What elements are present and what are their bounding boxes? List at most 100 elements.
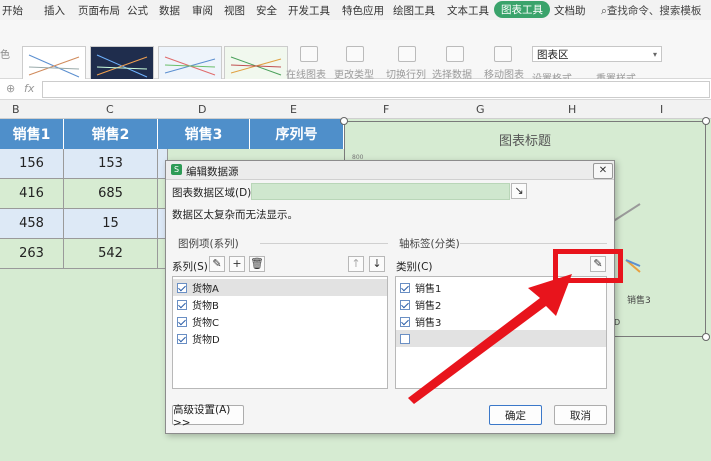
menu-doc-assistant[interactable]: 文档助: [554, 3, 586, 18]
ok-button[interactable]: 确定: [489, 405, 542, 425]
range-picker-icon: ↘: [514, 184, 524, 197]
column-header-i[interactable]: I: [660, 103, 663, 116]
column-header-h[interactable]: H: [568, 103, 576, 116]
menu-view[interactable]: 视图: [224, 3, 245, 18]
series-list[interactable]: 货物A 货物B 货物C 货物D: [172, 276, 388, 389]
arrow-down-icon: ↓: [372, 257, 382, 270]
column-header-f[interactable]: F: [383, 103, 389, 116]
series-group-label: 图例项(系列): [178, 238, 239, 250]
group-divider: [460, 243, 607, 244]
chart-area-dropdown[interactable]: 图表区 ▾: [532, 46, 662, 62]
chart-style-preview-4: [230, 56, 282, 76]
table-cell[interactable]: 542: [64, 239, 158, 269]
series-item-label: 货物D: [192, 335, 220, 346]
color-button-label[interactable]: 色: [0, 46, 10, 61]
menu-developer[interactable]: 开发工具: [288, 3, 330, 18]
menu-insert[interactable]: 插入: [44, 3, 65, 18]
table-cell[interactable]: 458: [0, 209, 64, 239]
menu-bar: 开始 插入 页面布局 公式 数据 审阅 视图 安全 开发工具 特色应用 绘图工具…: [0, 0, 711, 21]
range-picker-button[interactable]: ↘: [511, 183, 527, 199]
chevron-down-icon: ▾: [652, 50, 657, 59]
chart-title[interactable]: 图表标题: [344, 130, 706, 149]
column-header-d[interactable]: D: [198, 103, 206, 116]
table-cell[interactable]: 156: [0, 149, 64, 179]
menu-text-tools[interactable]: 文本工具: [447, 3, 489, 18]
resize-handle[interactable]: [702, 117, 710, 125]
switch-rowcol-icon: [398, 46, 416, 62]
annotation-arrow: [408, 274, 572, 404]
close-icon[interactable]: ✕: [593, 163, 613, 179]
chart-legend-label: 销售3: [627, 296, 651, 306]
header-cell-sales1[interactable]: 销售1: [0, 119, 64, 149]
series-item-label: 货物C: [192, 318, 219, 329]
chart-style-preview-2: [96, 54, 148, 78]
move-up-button[interactable]: ↑: [348, 256, 364, 272]
table-cell[interactable]: 153: [64, 149, 158, 179]
checkbox[interactable]: [177, 299, 187, 310]
menu-data[interactable]: 数据: [159, 3, 180, 18]
column-header-b[interactable]: B: [12, 103, 20, 116]
category-group-label: 轴标签(分类): [399, 238, 460, 250]
resize-handle[interactable]: [702, 333, 710, 341]
menu-page-layout[interactable]: 页面布局: [78, 3, 120, 18]
resize-handle[interactable]: [340, 117, 348, 125]
data-range-label: 图表数据区域(D)：: [172, 187, 262, 199]
series-label: 系列(S): [172, 261, 208, 273]
menu-special[interactable]: 特色应用: [342, 3, 384, 18]
list-item[interactable]: 货物A: [173, 279, 387, 296]
menu-chart-tools[interactable]: 图表工具: [494, 1, 550, 18]
series-item-label: 货物A: [192, 284, 219, 295]
move-down-button[interactable]: ↓: [369, 256, 385, 272]
header-cell-sales2[interactable]: 销售2: [64, 119, 158, 149]
header-cell-serial[interactable]: 序列号: [250, 119, 344, 149]
search-command[interactable]: ⌕查找命令、搜索模板: [601, 3, 701, 18]
table-cell[interactable]: 263: [0, 239, 64, 269]
trash-icon: 🗑: [250, 257, 264, 270]
table-cell[interactable]: 685: [64, 179, 158, 209]
menu-review[interactable]: 审阅: [192, 3, 213, 18]
checkbox[interactable]: [177, 333, 187, 344]
delete-series-button[interactable]: 🗑: [249, 256, 265, 272]
series-item-label: 货物B: [192, 301, 219, 312]
chart-style-preview-3: [164, 56, 216, 76]
menu-drawing-tools[interactable]: 绘图工具: [393, 3, 435, 18]
list-item[interactable]: 货物C: [173, 313, 387, 330]
table-cell[interactable]: 15: [64, 209, 158, 239]
advanced-settings-button[interactable]: 高级设置(A) >>: [172, 404, 244, 429]
dialog-title-bar[interactable]: S 编辑数据源 ✕: [166, 161, 614, 180]
table-cell[interactable]: 416: [0, 179, 64, 209]
data-range-input[interactable]: [251, 183, 510, 200]
header-cell-sales3[interactable]: 销售3: [158, 119, 250, 149]
checkbox[interactable]: [177, 316, 187, 327]
dialog-title: 编辑数据源: [186, 166, 239, 178]
checkbox[interactable]: [177, 282, 187, 293]
move-chart-icon: [494, 46, 512, 62]
ribbon: 色 在线图表 更改类型 切换行列 选择数据 移动图表 图表区 ▾ 设置格式 重置…: [0, 20, 711, 85]
cancel-button[interactable]: 取消: [554, 405, 607, 425]
formula-input[interactable]: [42, 81, 710, 98]
online-chart-icon: [300, 46, 318, 62]
column-header-c[interactable]: C: [106, 103, 114, 116]
plus-icon: +: [232, 257, 242, 270]
add-series-button[interactable]: +: [229, 256, 245, 272]
column-header-g[interactable]: G: [476, 103, 485, 116]
app-logo-icon: S: [171, 164, 182, 175]
column-headers: B C D E F G H I: [0, 100, 711, 119]
pencil-icon: ✎: [212, 257, 222, 270]
menu-formula[interactable]: 公式: [127, 3, 148, 18]
fx-icon[interactable]: fx: [24, 82, 34, 95]
complex-data-notice: 数据区太复杂而无法显示。: [172, 209, 298, 221]
list-item[interactable]: 货物D: [173, 330, 387, 347]
group-divider: [260, 243, 388, 244]
menu-start[interactable]: 开始: [2, 3, 23, 18]
edit-series-button[interactable]: ✎: [209, 256, 225, 272]
list-item[interactable]: 货物B: [173, 296, 387, 313]
zoom-icon: ⊕: [6, 82, 16, 95]
chart-style-preview-1: [28, 54, 80, 78]
menu-security[interactable]: 安全: [256, 3, 277, 18]
column-header-e[interactable]: E: [290, 103, 297, 116]
chart-area-value: 图表区: [537, 49, 569, 61]
change-type-icon: [346, 46, 364, 62]
select-data-icon: [446, 46, 464, 62]
arrow-up-icon: ↑: [351, 257, 361, 270]
